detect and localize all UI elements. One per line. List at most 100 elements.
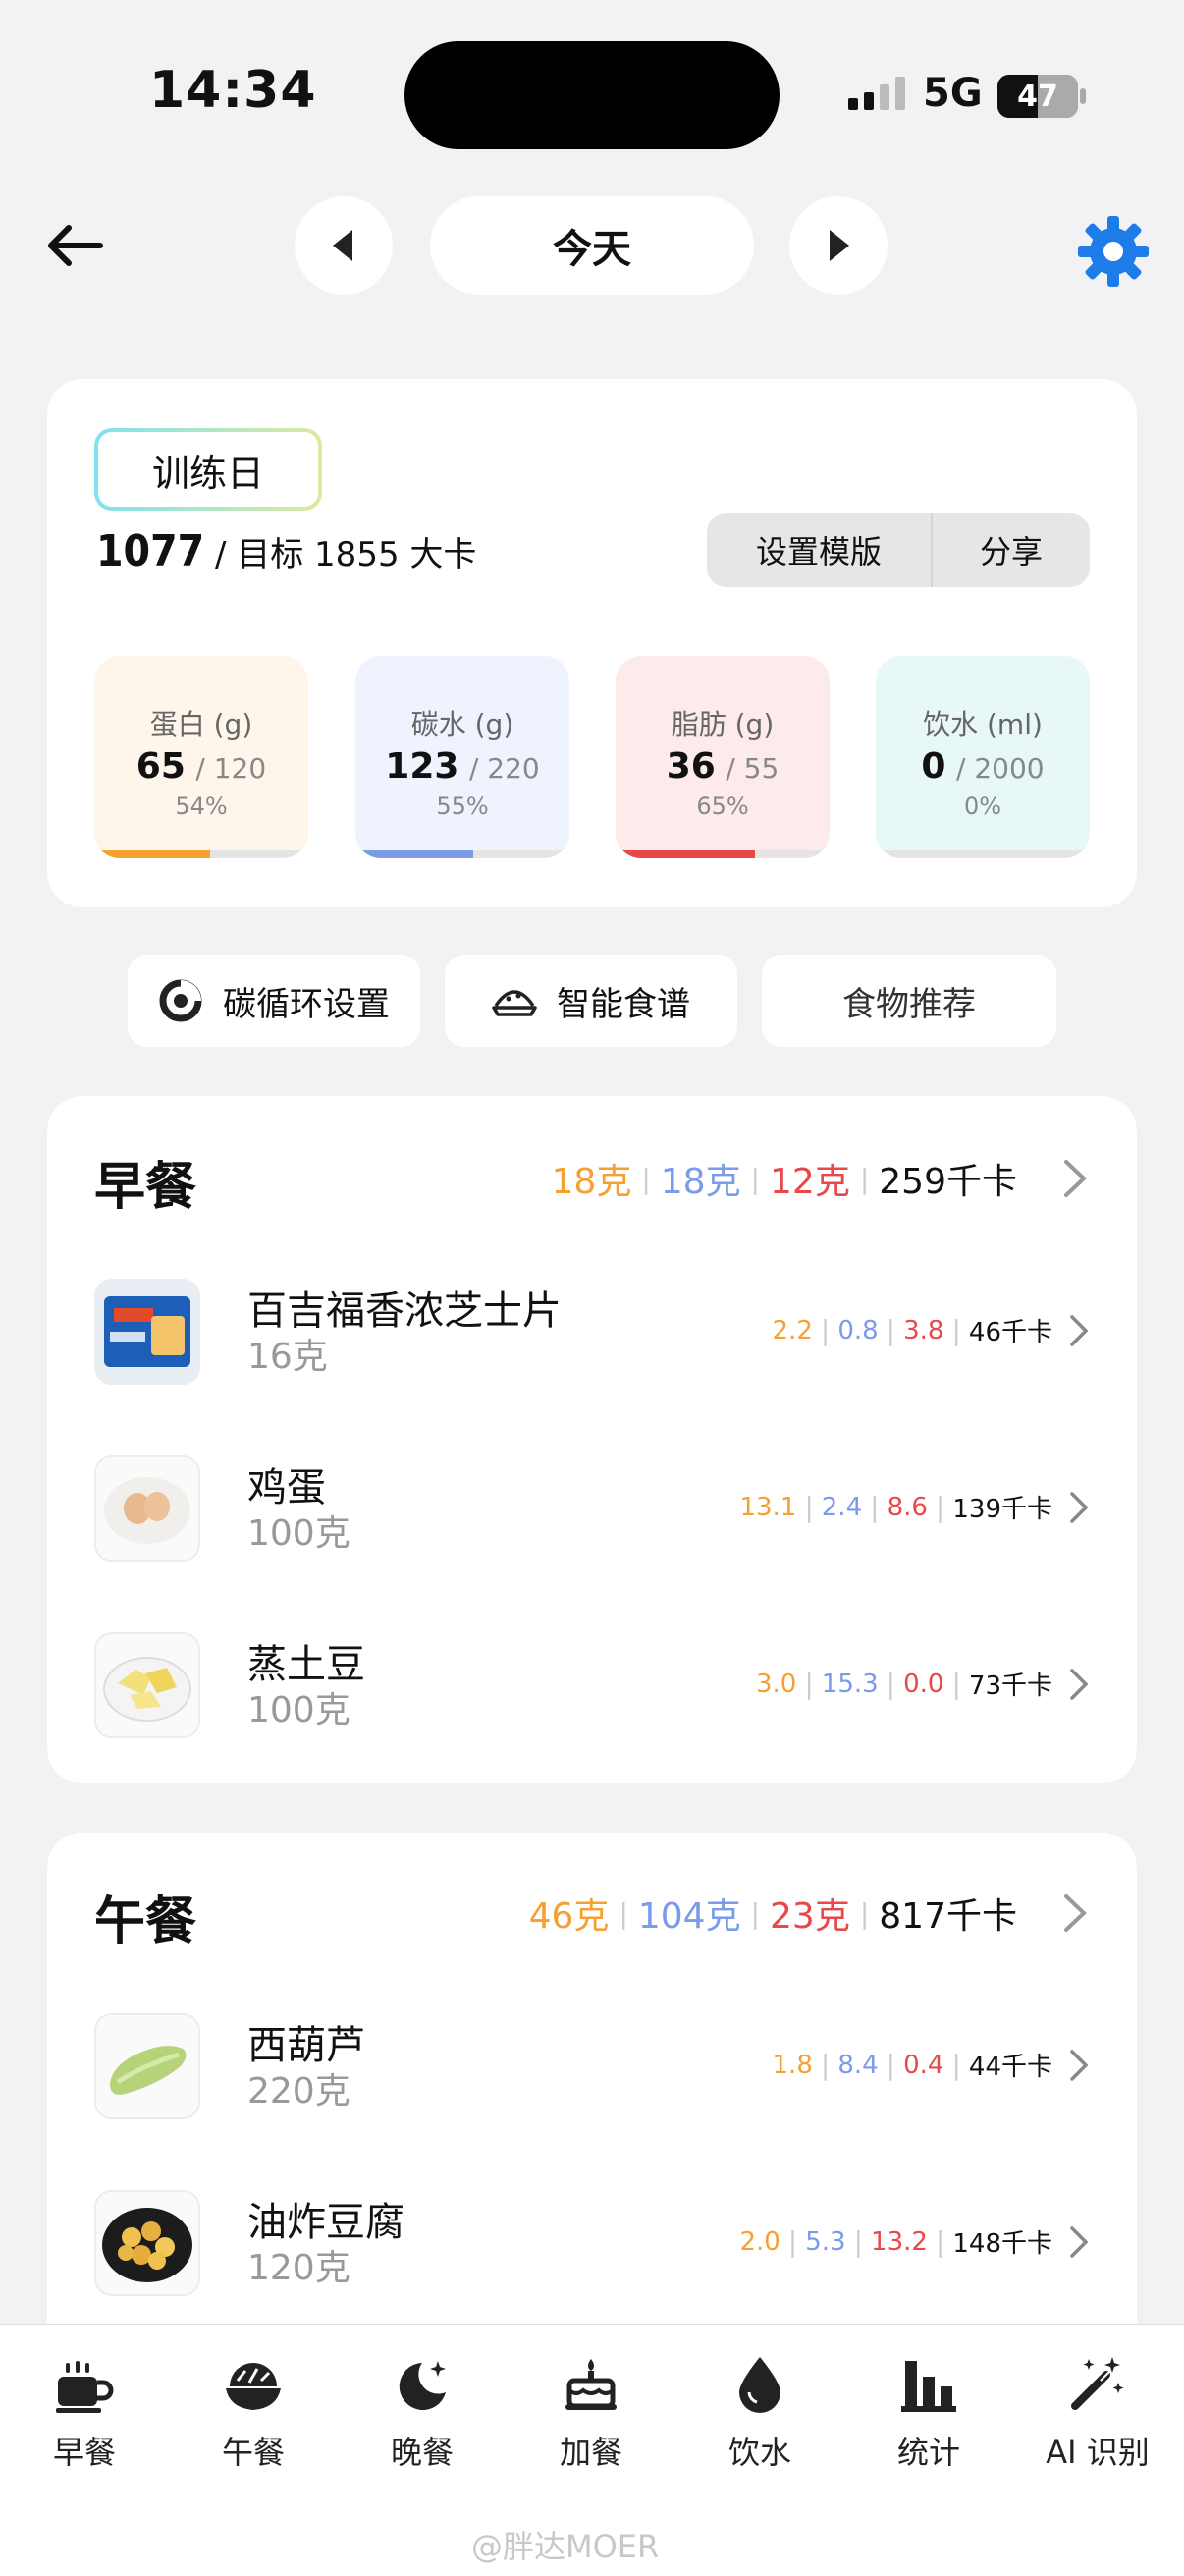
food-thumbnail <box>94 1455 200 1562</box>
macro-target: / 55 <box>726 752 780 785</box>
macro-progress-fill <box>94 850 210 858</box>
prev-day-button[interactable] <box>295 196 393 295</box>
tab-label: 加餐 <box>559 2434 622 2471</box>
breakfast-summary[interactable]: 18克 | 18克 | 12克 | 259千卡 <box>552 1153 1090 1204</box>
food-macros: 1.8 | 8.4 | 0.4 | 44千卡 <box>773 2047 1090 2083</box>
tab-1[interactable]: 午餐 <box>185 2345 322 2473</box>
macro-progress-track <box>616 850 830 858</box>
food-quantity: 120克 <box>247 2248 350 2288</box>
tab-2[interactable]: 晚餐 <box>353 2345 491 2473</box>
food-kcal: 73千卡 <box>968 1672 1052 1701</box>
lunch-fat: 23克 <box>770 1896 850 1937</box>
date-selector[interactable]: 今天 <box>430 196 754 295</box>
next-day-button[interactable] <box>789 196 888 295</box>
macro-percent: 0% <box>963 793 1002 820</box>
food-thumbnail <box>94 1632 200 1738</box>
status-time: 14:34 <box>149 61 317 120</box>
calorie-summary: 1077 / 目标 1855 大卡 <box>96 526 476 576</box>
food-quantity: 100克 <box>247 1513 350 1554</box>
share-button[interactable]: 分享 <box>933 513 1090 587</box>
tab-4[interactable]: 饮水 <box>691 2345 829 2473</box>
cake-icon <box>522 2345 660 2414</box>
moon-icon <box>353 2345 491 2414</box>
food-thumbnail <box>94 2013 200 2119</box>
food-fat: 3.8 <box>903 1315 944 1345</box>
macro-current: 36 <box>666 746 716 787</box>
lunch-title: 午餐 <box>94 1892 197 1951</box>
carb-cycle-label: 碳循环设置 <box>223 984 390 1024</box>
chevron-right-icon <box>1070 2049 1089 2081</box>
food-quantity: 16克 <box>247 1337 328 1377</box>
back-arrow-icon[interactable] <box>43 214 106 277</box>
breakfast-kcal: 259千卡 <box>879 1162 1017 1202</box>
macro-tile[interactable]: 蛋白 (g) 65 / 120 54% <box>94 656 308 858</box>
food-carbs: 0.8 <box>837 1315 879 1345</box>
gear-icon[interactable] <box>1076 214 1151 289</box>
food-quantity: 220克 <box>247 2071 350 2111</box>
food-row[interactable]: 鸡蛋 100克 13.1 | 2.4 | 8.6 | 139千卡 <box>47 1420 1137 1597</box>
network-label: 5G <box>923 71 983 116</box>
food-recommend-button[interactable]: 食物推荐 <box>762 955 1056 1047</box>
food-protein: 1.8 <box>772 2050 813 2080</box>
tab-label: AI 识别 <box>1046 2434 1150 2471</box>
triangle-right-icon <box>830 230 849 261</box>
carb-cycle-button[interactable]: 碳循环设置 <box>128 955 420 1047</box>
food-carbs: 8.4 <box>837 2050 879 2080</box>
food-thumbnail <box>94 1279 200 1385</box>
macro-progress-track <box>876 850 1090 858</box>
tab-5[interactable]: 统计 <box>860 2345 997 2473</box>
food-fat: 8.6 <box>887 1492 928 1522</box>
macro-label: 脂肪 (g) <box>671 708 775 740</box>
lunch-kcal: 817千卡 <box>879 1896 1017 1937</box>
food-macros: 13.1 | 2.4 | 8.6 | 139千卡 <box>739 1489 1090 1525</box>
macro-value: 36 / 55 <box>616 746 830 787</box>
food-kcal: 148千卡 <box>952 2229 1052 2259</box>
macro-target: / 220 <box>468 752 540 785</box>
food-protein: 13.1 <box>739 1492 797 1522</box>
chevron-right-icon <box>1070 1491 1089 1523</box>
watermark: @胖达MOER <box>471 2528 660 2565</box>
food-macros: 2.0 | 5.3 | 13.2 | 148千卡 <box>739 2223 1090 2260</box>
summary-actions: 设置模版 分享 <box>707 513 1090 587</box>
breakfast-title: 早餐 <box>94 1158 197 1217</box>
food-carbs: 5.3 <box>805 2226 846 2257</box>
macro-percent: 65% <box>696 793 749 820</box>
triangle-left-icon <box>333 230 352 261</box>
smart-recipe-button[interactable]: 智能食谱 <box>445 955 737 1047</box>
food-row[interactable]: 油炸豆腐 120克 2.0 | 5.3 | 13.2 | 148千卡 <box>47 2155 1137 2331</box>
tab-6[interactable]: AI 识别 <box>1029 2345 1166 2473</box>
food-kcal: 139千卡 <box>952 1495 1052 1524</box>
smart-recipe-label: 智能食谱 <box>557 984 690 1024</box>
food-row[interactable]: 百吉福香浓芝士片 16克 2.2 | 0.8 | 3.8 | 46千卡 <box>47 1243 1137 1420</box>
macro-progress-track <box>94 850 308 858</box>
cycle-icon <box>159 979 202 1022</box>
macro-value: 123 / 220 <box>355 746 569 787</box>
macro-progress-track <box>355 850 569 858</box>
food-recommend-label: 食物推荐 <box>842 984 976 1024</box>
tab-label: 统计 <box>896 2434 960 2471</box>
battery-level: 47 <box>1017 79 1058 114</box>
bowl-icon <box>185 2345 322 2414</box>
macro-percent: 55% <box>436 793 489 820</box>
macro-tile[interactable]: 饮水 (ml) 0 / 2000 0% <box>876 656 1090 858</box>
tab-3[interactable]: 加餐 <box>522 2345 660 2473</box>
battery-icon: 47 <box>997 75 1078 118</box>
food-row[interactable]: 蒸土豆 100克 3.0 | 15.3 | 0.0 | 73千卡 <box>47 1597 1137 1774</box>
food-row[interactable]: 西葫芦 220克 1.8 | 8.4 | 0.4 | 44千卡 <box>47 1978 1137 2155</box>
food-fat: 0.4 <box>903 2050 944 2080</box>
food-macros: 2.2 | 0.8 | 3.8 | 46千卡 <box>773 1312 1090 1348</box>
food-fat: 13.2 <box>871 2226 928 2257</box>
macro-target: / 120 <box>195 752 267 785</box>
tab-label: 晚餐 <box>390 2434 454 2471</box>
macro-value: 65 / 120 <box>94 746 308 787</box>
macro-progress-fill <box>616 850 755 858</box>
day-type-badge[interactable]: 训练日 <box>94 428 322 511</box>
food-kcal: 46千卡 <box>968 1318 1052 1347</box>
food-protein: 2.0 <box>739 2226 780 2257</box>
lunch-summary[interactable]: 46克 | 104克 | 23克 | 817千卡 <box>529 1888 1090 1939</box>
tab-0[interactable]: 早餐 <box>16 2345 153 2473</box>
macro-tile[interactable]: 脂肪 (g) 36 / 55 65% <box>616 656 830 858</box>
template-button[interactable]: 设置模版 <box>707 513 933 587</box>
macro-tile[interactable]: 碳水 (g) 123 / 220 55% <box>355 656 569 858</box>
macro-value: 0 / 2000 <box>876 746 1090 787</box>
